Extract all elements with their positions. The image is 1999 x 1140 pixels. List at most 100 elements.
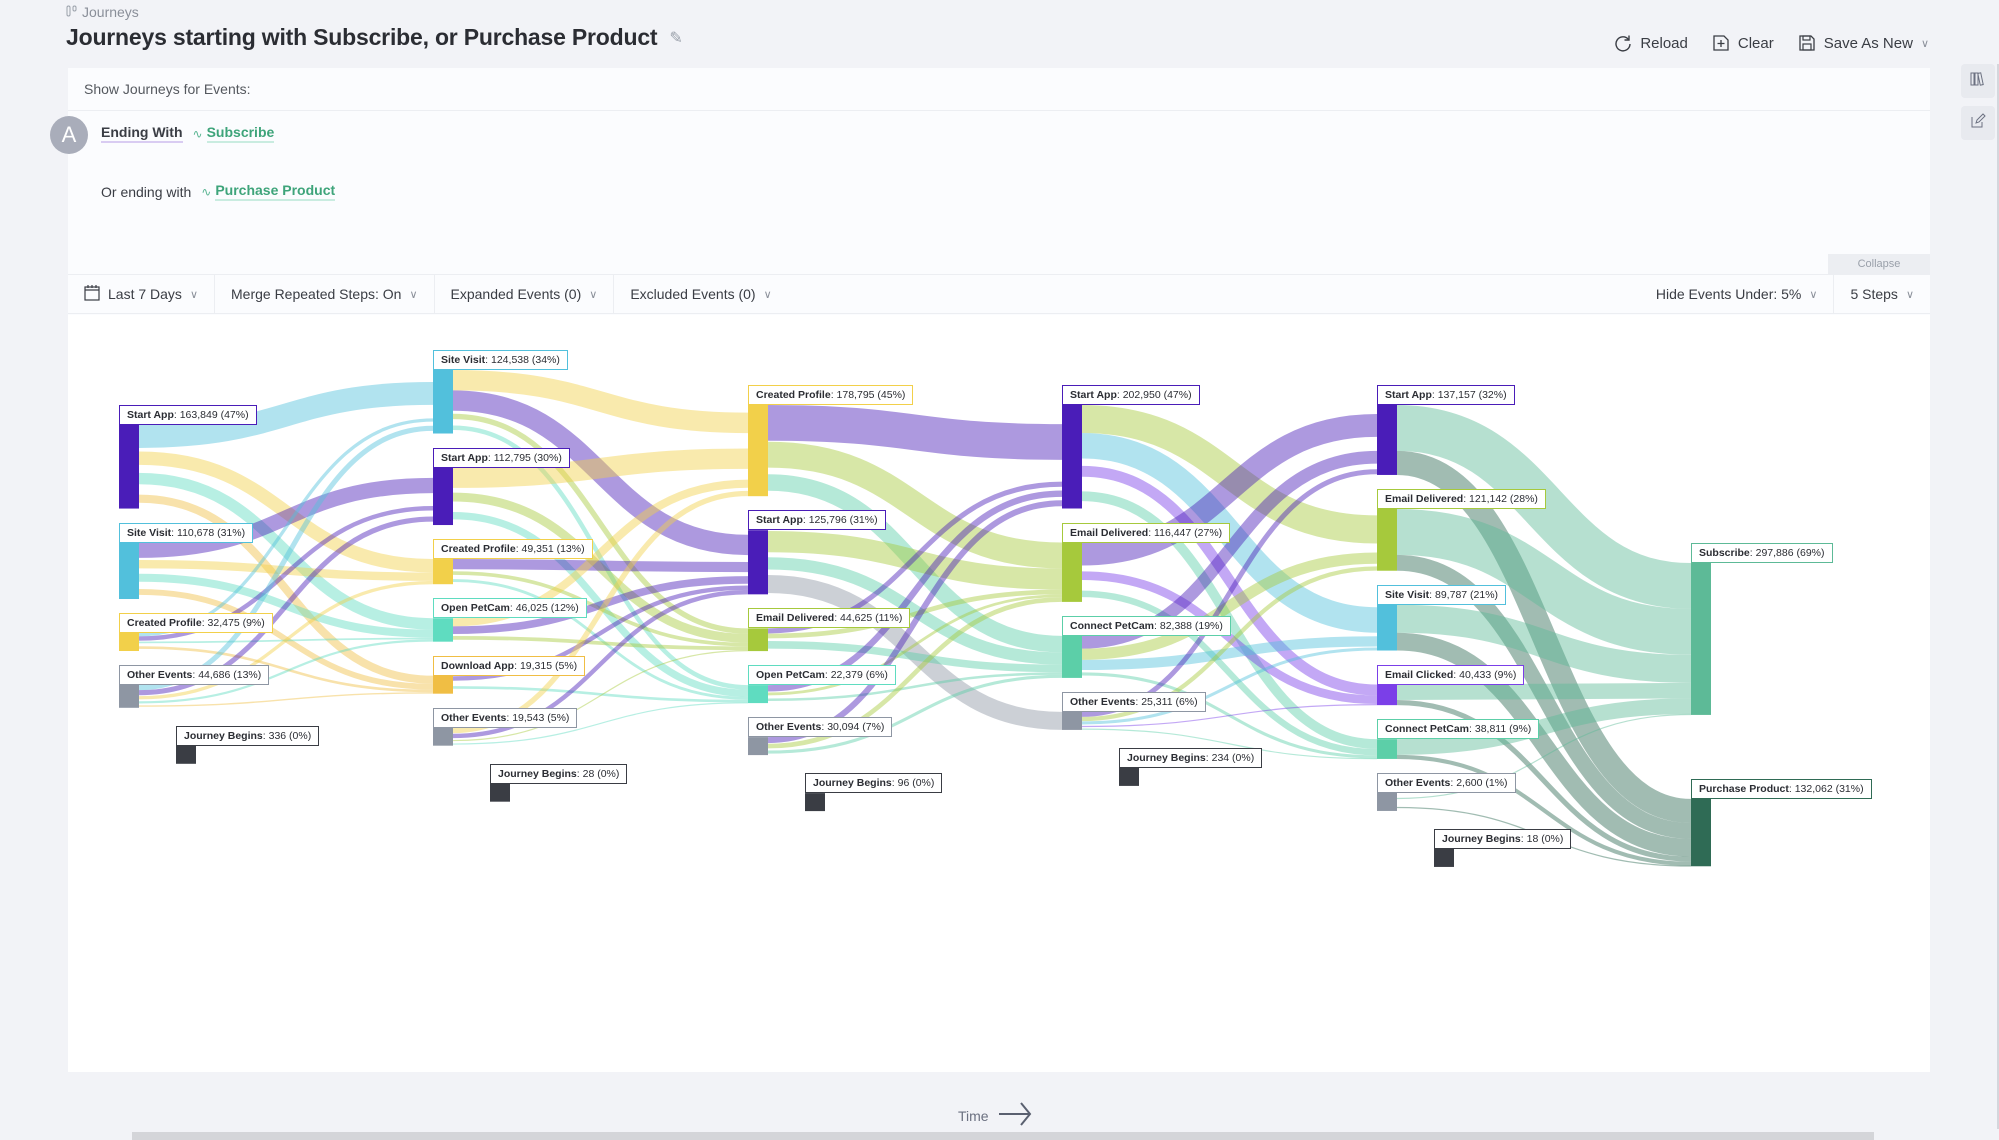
sankey-node[interactable] (433, 370, 453, 434)
node-event-count: : 124,538 (34%) (485, 354, 560, 366)
node-event-count: : 46,025 (12%) (509, 602, 579, 615)
node-event-name: Start App (127, 409, 174, 421)
sankey-node[interactable] (1062, 405, 1082, 509)
sankey-node-label[interactable]: Email Delivered: 121,142 (28%) (1377, 488, 1546, 509)
sankey-node-label[interactable]: Site Visit: 124,538 (34%) (433, 350, 568, 370)
sankey-node-label[interactable]: Journey Begins: 28 (0%) (490, 763, 628, 784)
node-event-name: Open PetCam (441, 602, 510, 615)
sankey-node[interactable] (805, 793, 825, 812)
event-subscribe[interactable]: ∿ Subscribe (193, 124, 275, 143)
journeys-card: Show Journeys for Events: A Ending With … (50, 68, 1930, 1140)
expanded-events-dropdown[interactable]: Expanded Events (0) ∨ (435, 275, 615, 313)
breadcrumb-label[interactable]: Journeys (82, 4, 139, 20)
sankey-node-label[interactable]: Connect PetCam: 38,811 (9%) (1377, 719, 1540, 740)
sankey-node[interactable] (748, 405, 768, 497)
reload-button[interactable]: Reload (1614, 34, 1688, 52)
sankey-node-label[interactable]: Subscribe: 297,886 (69%) (1691, 543, 1833, 563)
edit-title-pencil-icon[interactable]: ✎ (669, 28, 682, 48)
library-icon (1970, 71, 1986, 92)
sankey-link[interactable] (452, 559, 749, 573)
sankey-node[interactable] (748, 530, 768, 595)
sankey-node-label[interactable]: Open PetCam: 22,379 (6%) (748, 665, 896, 686)
node-event-name: Other Events (1385, 776, 1451, 789)
sankey-node[interactable] (433, 467, 453, 526)
notes-button[interactable] (1961, 106, 1995, 140)
node-event-count: : 125,796 (31%) (802, 514, 878, 527)
horizontal-scrollbar[interactable] (132, 1132, 1874, 1140)
steps-dropdown[interactable]: 5 Steps ∨ (1834, 275, 1930, 313)
sankey-node[interactable] (1691, 563, 1711, 715)
sankey-node-label[interactable]: Connect PetCam: 82,388 (19%) (1062, 615, 1231, 636)
sankey-node-label[interactable]: Created Profile: 32,475 (9%) (119, 613, 273, 633)
sankey-node-label[interactable]: Journey Begins: 234 (0%) (1119, 747, 1263, 768)
sankey-node-label[interactable]: Site Visit: 110,678 (31%) (119, 522, 254, 543)
sankey-node[interactable] (1377, 684, 1397, 706)
event-purchase-product[interactable]: ∿ Purchase Product (201, 182, 336, 201)
sankey-node-label[interactable]: Other Events: 44,686 (13%) (119, 665, 270, 685)
node-event-count: : 49,351 (13%) (515, 543, 585, 556)
page-title-text[interactable]: Journeys starting with Subscribe, or Pur… (66, 24, 658, 51)
sankey-node[interactable] (748, 685, 768, 704)
sankey-node-label[interactable]: Other Events: 2,600 (1%) (1377, 772, 1516, 793)
sankey-node-label[interactable]: Journey Begins: 18 (0%) (1434, 828, 1572, 849)
node-event-name: Start App (1385, 389, 1432, 401)
excluded-events-dropdown[interactable]: Excluded Events (0) ∨ (614, 275, 787, 313)
hide-events-under-dropdown[interactable]: Hide Events Under: 5% ∨ (1640, 275, 1835, 313)
sankey-node[interactable] (1377, 739, 1397, 759)
sankey-node-label[interactable]: Other Events: 30,094 (7%) (748, 717, 893, 738)
merge-repeated-steps-dropdown[interactable]: Merge Repeated Steps: On ∨ (215, 275, 435, 313)
sankey-node-label[interactable]: Email Clicked: 40,433 (9%) (1377, 664, 1525, 685)
sankey-node[interactable] (1691, 798, 1711, 867)
sankey-node[interactable] (1062, 711, 1082, 730)
sankey-node-label[interactable]: Created Profile: 49,351 (13%) (433, 539, 593, 560)
sankey-node[interactable] (1377, 508, 1397, 571)
sankey-node[interactable] (433, 727, 453, 746)
sankey-node[interactable] (1377, 405, 1397, 475)
breadcrumb[interactable]: Journeys (66, 4, 139, 20)
sankey-node-label[interactable]: Download App: 19,315 (5%) (433, 655, 586, 676)
ending-with-selector[interactable]: Ending With (101, 124, 183, 143)
date-range-dropdown[interactable]: Last 7 Days ∨ (68, 275, 215, 313)
library-button[interactable] (1961, 64, 1995, 98)
sankey-node[interactable] (176, 745, 196, 764)
sankey-node[interactable] (1062, 635, 1082, 678)
calendar-icon (84, 284, 100, 304)
sankey-node-label[interactable]: Journey Begins: 96 (0%) (805, 773, 943, 794)
sankey-node-label[interactable]: Start App: 202,950 (47%) (1062, 385, 1200, 405)
clear-button[interactable]: Clear (1712, 34, 1774, 52)
sankey-node[interactable] (433, 618, 453, 642)
sankey-node-label[interactable]: Email Delivered: 44,625 (11%) (748, 608, 911, 629)
sankey-node[interactable] (748, 628, 768, 652)
node-event-name: Start App (756, 514, 803, 527)
save-as-new-button[interactable]: Save As New ∨ (1798, 34, 1929, 52)
sankey-node-label[interactable]: Start App: 125,796 (31%) (748, 510, 886, 531)
sankey-node-label[interactable]: Other Events: 25,311 (6%) (1062, 691, 1206, 712)
sankey-link[interactable] (1396, 682, 1692, 701)
sankey-node-label[interactable]: Journey Begins: 336 (0%) (176, 725, 320, 746)
sankey-node[interactable] (119, 425, 139, 509)
journeys-icon (66, 4, 78, 20)
sankey-node-label[interactable]: Start App: 112,795 (30%) (433, 447, 570, 468)
sankey-node-label[interactable]: Site Visit: 89,787 (21%) (1377, 584, 1507, 605)
sankey-node[interactable] (748, 737, 768, 756)
sankey-node-label[interactable]: Purchase Product: 132,062 (31%) (1691, 778, 1872, 799)
sankey-node[interactable] (433, 559, 453, 585)
sankey-node[interactable] (119, 542, 139, 600)
sankey-node[interactable] (490, 783, 510, 802)
sankey-node-label[interactable]: Open PetCam: 46,025 (12%) (433, 598, 587, 619)
sankey-node[interactable] (119, 685, 139, 708)
collapse-button[interactable]: Collapse (1828, 254, 1930, 274)
sankey-link[interactable] (767, 405, 1063, 460)
sankey-node-label[interactable]: Other Events: 19,543 (5%) (433, 707, 578, 728)
sankey-node-label[interactable]: Email Delivered: 116,447 (27%) (1062, 522, 1231, 543)
sankey-node[interactable] (433, 675, 453, 694)
sankey-node[interactable] (1119, 767, 1139, 786)
sankey-node[interactable] (1434, 848, 1454, 867)
sankey-node[interactable] (1377, 792, 1397, 811)
sankey-node[interactable] (119, 633, 139, 652)
sankey-node-label[interactable]: Created Profile: 178,795 (45%) (748, 385, 914, 405)
sankey-node[interactable] (1377, 604, 1397, 651)
sankey-node-label[interactable]: Start App: 163,849 (47%) (119, 405, 257, 425)
sankey-node-label[interactable]: Start App: 137,157 (32%) (1377, 385, 1515, 405)
sankey-node[interactable] (1062, 542, 1082, 602)
